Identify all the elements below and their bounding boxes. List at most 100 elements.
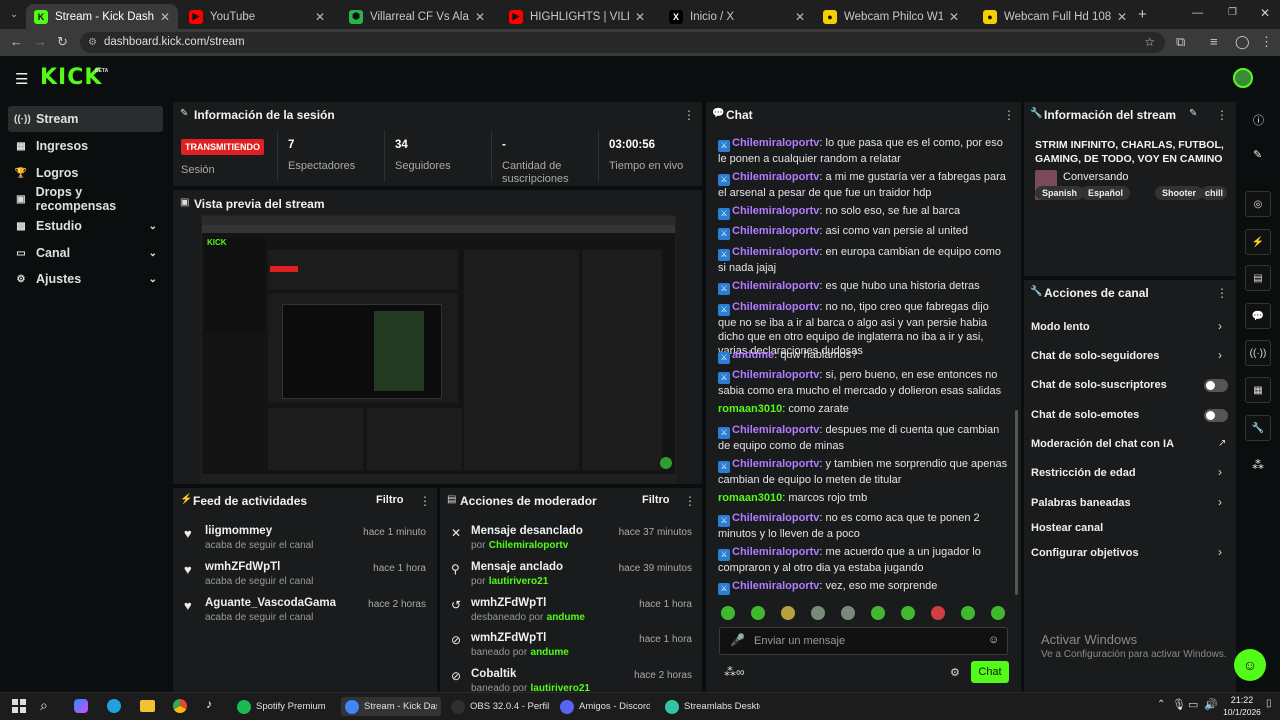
chat-message[interactable]: ⚔ Chilemiraloportv: no solo eso, se fue a… [718, 204, 1008, 220]
hamburger-icon[interactable]: ☰ [15, 70, 28, 88]
chat-username[interactable]: Chilemiraloportv [732, 546, 819, 558]
chat-username[interactable]: Chilemiraloportv [732, 280, 819, 292]
emote-icon[interactable] [841, 606, 855, 620]
chat-message[interactable]: ⚔ Chilemiraloportv: a mi me gustaría ver … [718, 170, 1008, 200]
copilot-icon[interactable] [74, 699, 88, 713]
maximize-button[interactable]: ❐ [1228, 7, 1237, 18]
lightning-rail-icon[interactable]: ⚡ [1245, 229, 1271, 255]
emote-icon[interactable] [871, 606, 885, 620]
media-icon[interactable]: ≡ [1210, 34, 1218, 49]
chat-username[interactable]: Chilemiraloportv [732, 369, 819, 381]
sidebar-item-stream[interactable]: ((·)) Stream [8, 106, 163, 132]
browser-tab[interactable]: X Inicio / X ✕ [661, 4, 813, 29]
chat-message[interactable]: ⚔ Chilemiraloportv: no es como aca que te… [718, 511, 1008, 541]
chat-username[interactable]: Chilemiraloportv [732, 512, 819, 524]
chat-message[interactable]: ⚔ Chilemiraloportv: lo que pasa que es el… [718, 136, 1008, 166]
support-chat-icon[interactable]: ☺ [1234, 649, 1266, 681]
close-icon[interactable]: ✕ [475, 10, 485, 24]
chat-username[interactable]: Chilemiraloportv [732, 225, 819, 237]
explorer-icon[interactable] [140, 700, 155, 712]
emote-icon[interactable] [811, 606, 825, 620]
chat-scrollbar[interactable] [1015, 410, 1018, 595]
category-name[interactable]: Conversando [1063, 171, 1128, 183]
windows-start-icon[interactable] [12, 699, 26, 713]
taskbar-app[interactable]: Amigos - Discord [560, 697, 650, 716]
edit-rail-icon[interactable]: ✎ [1253, 148, 1262, 161]
edge-icon[interactable] [107, 699, 121, 713]
feed-filter-button[interactable]: Filtro [376, 494, 404, 506]
channel-action-8[interactable]: Configurar objetivos [1031, 547, 1139, 559]
clock-date[interactable]: 10/1/2026 [1222, 707, 1262, 717]
tiktok-icon[interactable]: ♪ [206, 697, 212, 711]
search-icon[interactable]: ⌕ [40, 697, 48, 714]
feed-user[interactable]: liigmommey [205, 525, 272, 537]
channel-action-0[interactable]: Modo lento [1031, 321, 1090, 333]
close-icon[interactable]: ✕ [315, 10, 325, 24]
feed-user[interactable]: Aguante_VascodaGama [205, 597, 336, 609]
chat-menu-icon[interactable]: ⋮ [1003, 108, 1015, 122]
network-icon[interactable]: ▭ [1188, 698, 1198, 711]
tray-chevron-icon[interactable]: ⌃ [1157, 699, 1165, 710]
toggle-switch[interactable] [1204, 409, 1228, 422]
channel-action-5[interactable]: Restricción de edad [1031, 467, 1136, 479]
chevron-right-icon[interactable]: › [1218, 465, 1222, 479]
url-field[interactable]: ⚙ dashboard.kick.com/stream ☆ [80, 32, 1165, 53]
tools-rail-icon[interactable]: 🔧 [1245, 415, 1271, 441]
mod-actor[interactable]: lautirivero21 [489, 576, 548, 587]
mod-actor[interactable]: andume [547, 612, 585, 623]
feed-user[interactable]: wmhZFdWpTl [205, 561, 280, 573]
session-menu-icon[interactable]: ⋮ [683, 108, 695, 122]
chat-message[interactable]: ⚔ Chilemiraloportv: en europa cambian de … [718, 245, 1008, 275]
browser-tab[interactable]: ● Webcam Philco W1152 Full Hd ✕ [815, 4, 967, 29]
browser-tab[interactable]: ▶ HIGHLIGHTS | VILLARREAL 3-1 ✕ [501, 4, 653, 29]
sidebar-item-ingresos[interactable]: ▦ Ingresos [8, 133, 163, 159]
close-icon[interactable]: ✕ [795, 10, 805, 24]
browser-tab[interactable]: ● Webcam Full Hd 1080p Camar ✕ [975, 4, 1135, 29]
chat-username[interactable]: Chilemiraloportv [732, 205, 819, 217]
new-tab-button[interactable]: + [1138, 6, 1147, 23]
feed-item-name[interactable]: Aguante_VascodaGama [205, 595, 336, 609]
chat-rail-icon[interactable]: 💬 [1245, 303, 1271, 329]
camera-rail-icon[interactable]: ◎ [1245, 191, 1271, 217]
channel-action-1[interactable]: Chat de solo-seguidores [1031, 350, 1159, 362]
edit-icon[interactable]: ✎ [1189, 108, 1197, 119]
chevron-right-icon[interactable]: › [1218, 348, 1222, 362]
sidebar-item-drops[interactable]: ▣ Drops y recompensas [8, 185, 163, 213]
notification-icon[interactable]: ▯ [1266, 698, 1272, 709]
chat-message[interactable]: romaan3010: marcos rojo tmb [718, 491, 1008, 505]
document-rail-icon[interactable]: ▤ [1245, 265, 1271, 291]
more-rail-icon[interactable]: ⁂ [1252, 458, 1264, 472]
emote-icon[interactable] [931, 606, 945, 620]
channel-actions-menu-icon[interactable]: ⋮ [1216, 286, 1228, 300]
chat-username[interactable]: Chilemiraloportv [732, 137, 819, 149]
feed-menu-icon[interactable]: ⋮ [419, 494, 431, 508]
chat-username[interactable]: andume [732, 349, 774, 361]
close-icon[interactable]: ✕ [949, 10, 959, 24]
chat-username[interactable]: Chilemiraloportv [732, 246, 819, 258]
taskbar-app[interactable]: Spotify Premium [237, 697, 325, 716]
forward-icon[interactable]: → [34, 34, 47, 49]
close-icon[interactable]: ✕ [1117, 10, 1127, 24]
volume-icon[interactable]: 🔊 [1204, 698, 1218, 711]
feed-item-name[interactable]: wmhZFdWpTl [205, 559, 280, 573]
stream-tag[interactable]: Spanish [1035, 186, 1085, 200]
channel-action-4[interactable]: Moderación del chat con IA [1031, 438, 1174, 450]
browser-tab[interactable]: K Stream - Kick Dashboard ✕ [26, 4, 178, 29]
emote-icon[interactable] [961, 606, 975, 620]
taskbar-app[interactable]: OBS 32.0.4 - Perfil: ... [451, 697, 549, 716]
chat-username[interactable]: romaan3010 [718, 492, 782, 504]
minimize-button[interactable]: — [1192, 7, 1203, 19]
bookmark-star-icon[interactable]: ☆ [1144, 32, 1155, 53]
menu-icon[interactable]: ⋮ [1260, 34, 1273, 50]
chat-username[interactable]: Chilemiraloportv [732, 424, 819, 436]
chat-message[interactable]: ⚔ Chilemiraloportv: si, pero bueno, en es… [718, 368, 1008, 398]
send-chat-button[interactable]: Chat [971, 661, 1009, 683]
feed-item-name[interactable]: liigmommey [205, 523, 272, 537]
chat-message[interactable]: romaan3010: como zarate [718, 402, 1008, 416]
site-info-icon[interactable]: ⚙ [88, 32, 97, 53]
chat-username[interactable]: Chilemiraloportv [732, 301, 819, 313]
broadcast-rail-icon[interactable]: ((·)) [1245, 340, 1271, 366]
sidebar-item-ajustes[interactable]: ⚙ Ajustes ⌄ [8, 266, 163, 292]
stream-info-menu-icon[interactable]: ⋮ [1216, 108, 1228, 122]
back-icon[interactable]: ← [10, 34, 23, 49]
